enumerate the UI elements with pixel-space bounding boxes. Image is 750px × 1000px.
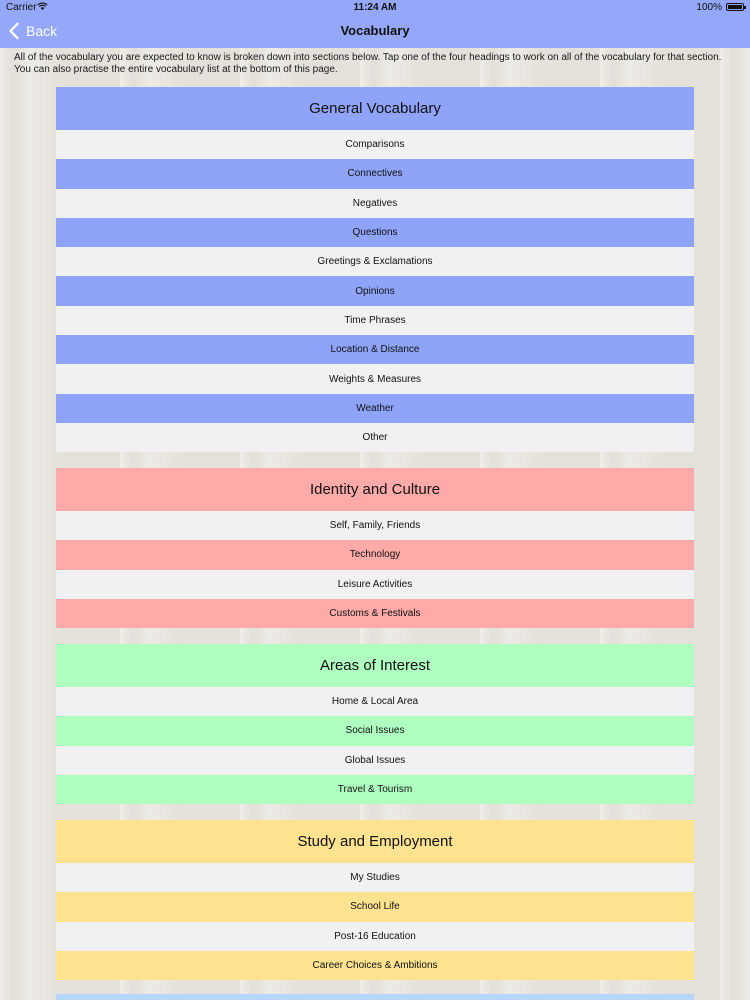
list-item[interactable]: Career Choices & Ambitions bbox=[56, 950, 694, 981]
list-item[interactable]: Self, Family, Friends bbox=[56, 511, 694, 541]
list-item[interactable]: Post-16 Education bbox=[56, 921, 694, 951]
list-item[interactable]: Leisure Activities bbox=[56, 569, 694, 599]
section-general-vocabulary: General Vocabulary Comparisons Connectiv… bbox=[56, 87, 694, 453]
list-item[interactable]: Connectives bbox=[56, 159, 694, 189]
status-time: 11:24 AM bbox=[353, 2, 397, 13]
list-item[interactable]: Global Issues bbox=[56, 745, 694, 775]
list-item[interactable]: Opinions bbox=[56, 276, 694, 306]
top-bar: Carrier 11:24 AM 100% Back Vocabulary bbox=[0, 0, 750, 48]
list-item[interactable]: Location & Distance bbox=[56, 335, 694, 365]
battery-percentage: 100% bbox=[696, 2, 722, 13]
section-heading-study-and-employment[interactable]: Study and Employment bbox=[56, 820, 694, 863]
page-title: Vocabulary bbox=[340, 23, 410, 38]
list-item[interactable]: School Life bbox=[56, 892, 694, 922]
section-heading-general-vocabulary[interactable]: General Vocabulary bbox=[56, 87, 694, 130]
section-next-partial[interactable] bbox=[56, 994, 694, 1000]
section-study-and-employment: Study and Employment My Studies School L… bbox=[56, 820, 694, 981]
section-heading-identity-and-culture[interactable]: Identity and Culture bbox=[56, 468, 694, 511]
list-item[interactable]: Weather bbox=[56, 393, 694, 423]
section-areas-of-interest: Areas of Interest Home & Local Area Soci… bbox=[56, 644, 694, 805]
list-item[interactable]: Technology bbox=[56, 540, 694, 570]
list-item[interactable]: Travel & Tourism bbox=[56, 774, 694, 805]
list-item[interactable]: My Studies bbox=[56, 863, 694, 893]
list-item[interactable]: Time Phrases bbox=[56, 305, 694, 336]
list-item[interactable]: Home & Local Area bbox=[56, 687, 694, 717]
section-heading-areas-of-interest[interactable]: Areas of Interest bbox=[56, 644, 694, 687]
section-identity-and-culture: Identity and Culture Self, Family, Frien… bbox=[56, 468, 694, 629]
list-item[interactable]: Other bbox=[56, 422, 694, 453]
list-item[interactable]: Comparisons bbox=[56, 130, 694, 160]
navigation-bar: Back Vocabulary bbox=[0, 14, 750, 48]
battery-icon bbox=[726, 3, 746, 11]
list-item[interactable]: Greetings & Exclamations bbox=[56, 247, 694, 277]
list-item[interactable]: Negatives bbox=[56, 188, 694, 218]
list-item[interactable]: Questions bbox=[56, 217, 694, 248]
intro-text: All of the vocabulary you are expected t… bbox=[14, 52, 722, 75]
status-bar: Carrier 11:24 AM 100% bbox=[0, 0, 750, 14]
list-item[interactable]: Customs & Festivals bbox=[56, 598, 694, 629]
list-item[interactable]: Social Issues bbox=[56, 716, 694, 746]
list-item[interactable]: Weights & Measures bbox=[56, 364, 694, 394]
